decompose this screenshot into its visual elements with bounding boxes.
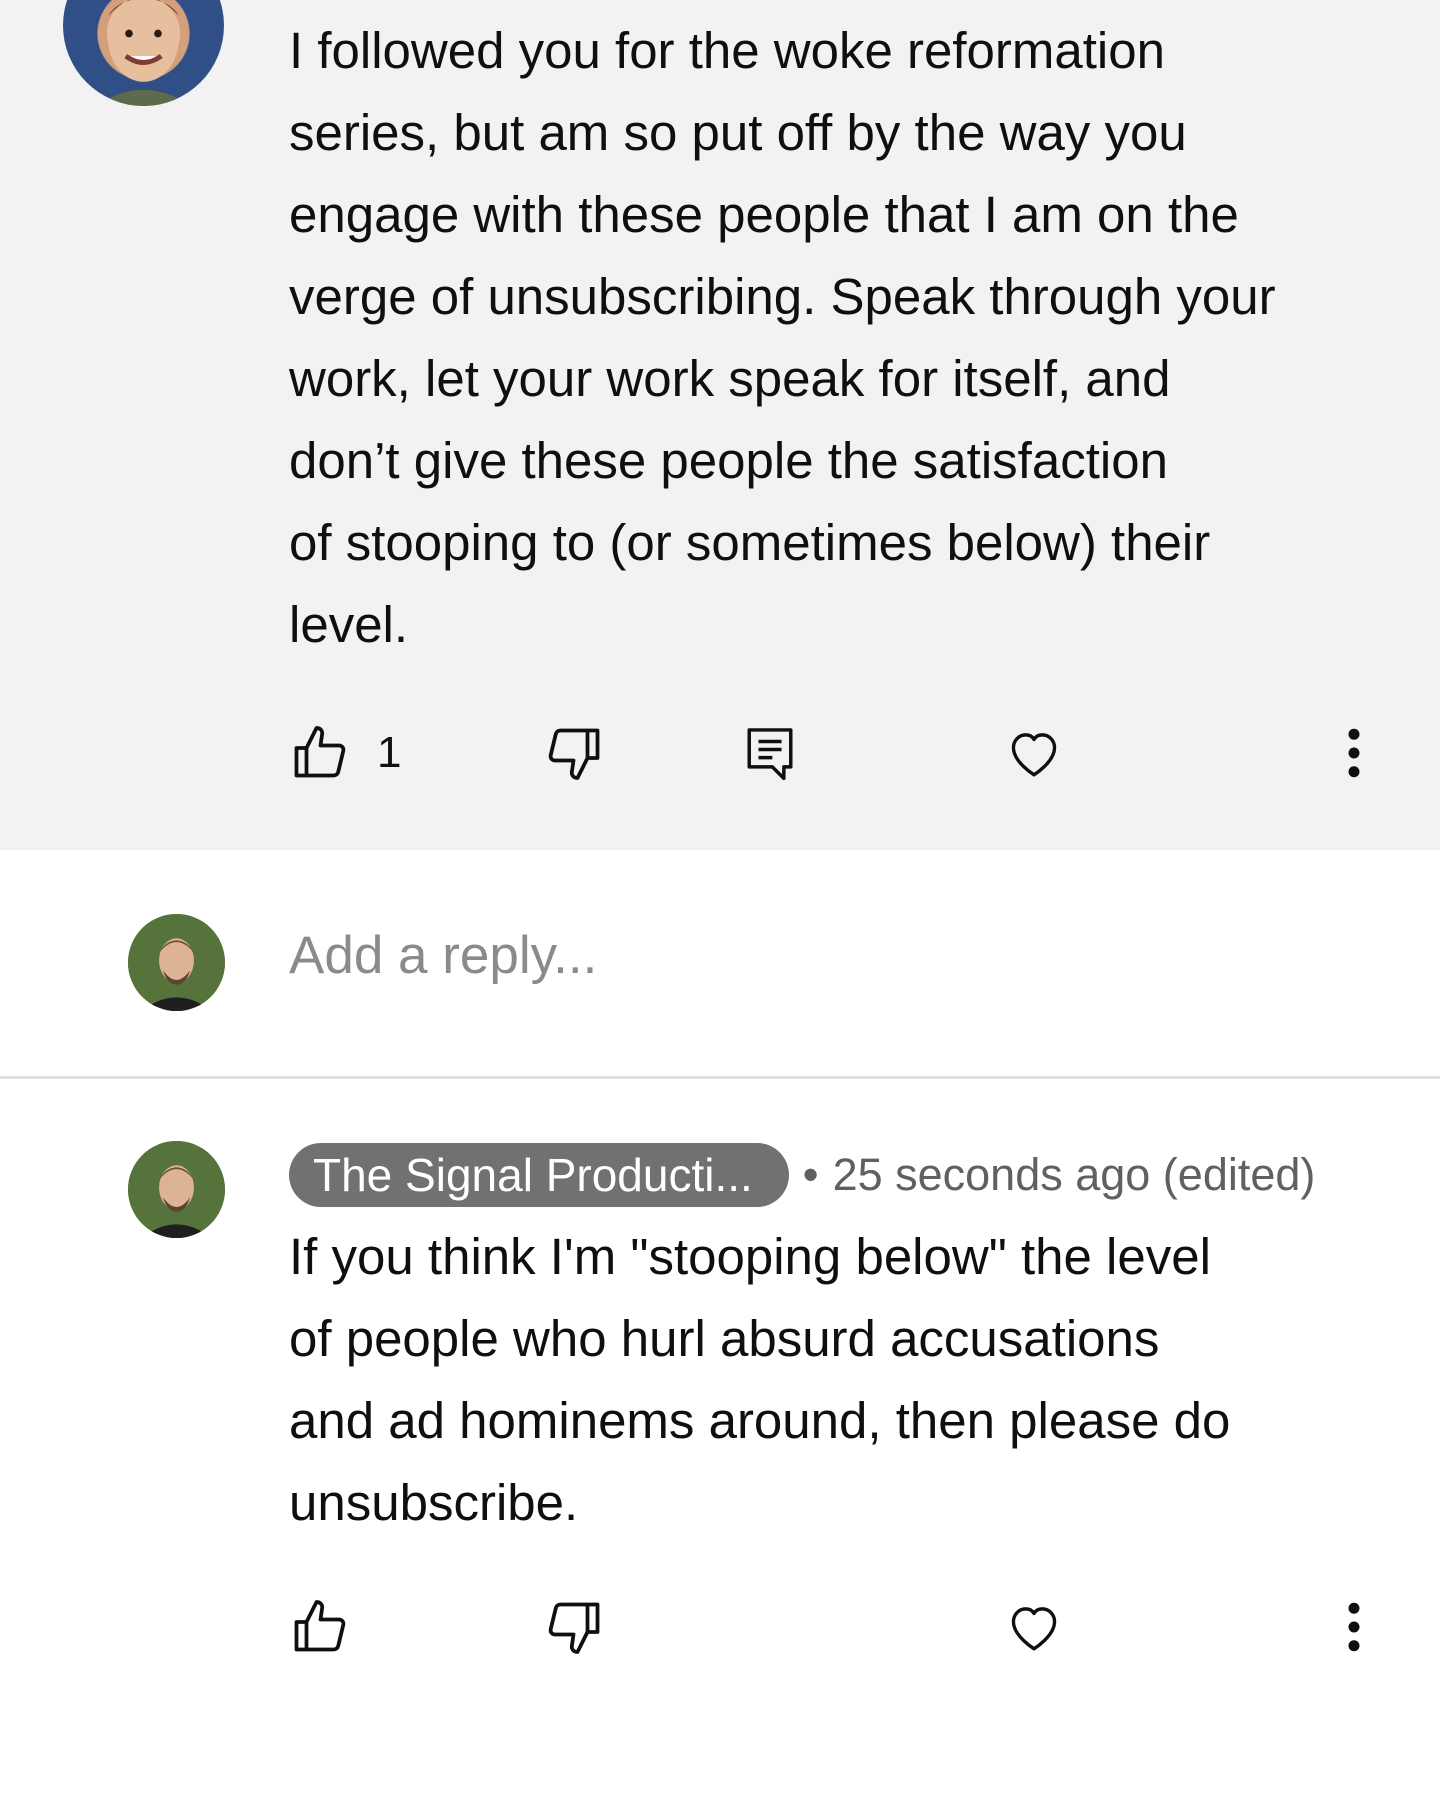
like-button[interactable] — [289, 1592, 349, 1662]
reply-composer — [0, 850, 1440, 1079]
face-image — [95, 0, 192, 106]
like-icon — [294, 1600, 346, 1652]
dislike-icon — [548, 1602, 600, 1654]
dislike-button[interactable] — [545, 718, 605, 788]
reply-input[interactable] — [289, 910, 1339, 1000]
heart-button[interactable] — [1005, 1592, 1063, 1662]
dislike-button[interactable] — [545, 1592, 605, 1662]
heart-button[interactable] — [1005, 718, 1063, 788]
heart-icon — [1011, 1607, 1057, 1651]
reply-body: If you think I'm "stooping below" the le… — [289, 1228, 1231, 1531]
reply-button[interactable] — [742, 718, 798, 788]
comment-body: I followed you for the woke reformation … — [289, 22, 1276, 653]
reply-action-bar — [289, 1592, 1399, 1662]
like-button[interactable]: 1 — [289, 718, 401, 788]
heart-icon — [1011, 733, 1057, 777]
timestamp: 25 seconds ago (edited) — [832, 1149, 1316, 1200]
reply-header: The Signal Producti... • 25 seconds ago … — [289, 1143, 1315, 1207]
dislike-icon — [548, 728, 600, 780]
highlighted-comment: I followed you for the woke reformation … — [0, 0, 1440, 850]
current-user-avatar — [128, 914, 225, 1011]
like-icon — [294, 726, 346, 778]
reply-icon — [747, 728, 793, 781]
more-options-button[interactable] — [1340, 1592, 1368, 1662]
meta-separator: • — [802, 1149, 819, 1200]
face-image — [128, 914, 225, 1011]
author-name-chip[interactable]: The Signal Producti... — [289, 1143, 789, 1207]
like-count: 1 — [377, 728, 402, 777]
commenter-avatar[interactable] — [63, 0, 224, 106]
more-options-button[interactable] — [1340, 718, 1368, 788]
more-vert-icon — [1348, 728, 1360, 778]
reply-author-avatar[interactable] — [128, 1141, 225, 1238]
more-vert-icon — [1348, 1602, 1360, 1652]
face-image — [128, 1141, 225, 1238]
comment-action-bar: 1 — [289, 718, 1399, 788]
